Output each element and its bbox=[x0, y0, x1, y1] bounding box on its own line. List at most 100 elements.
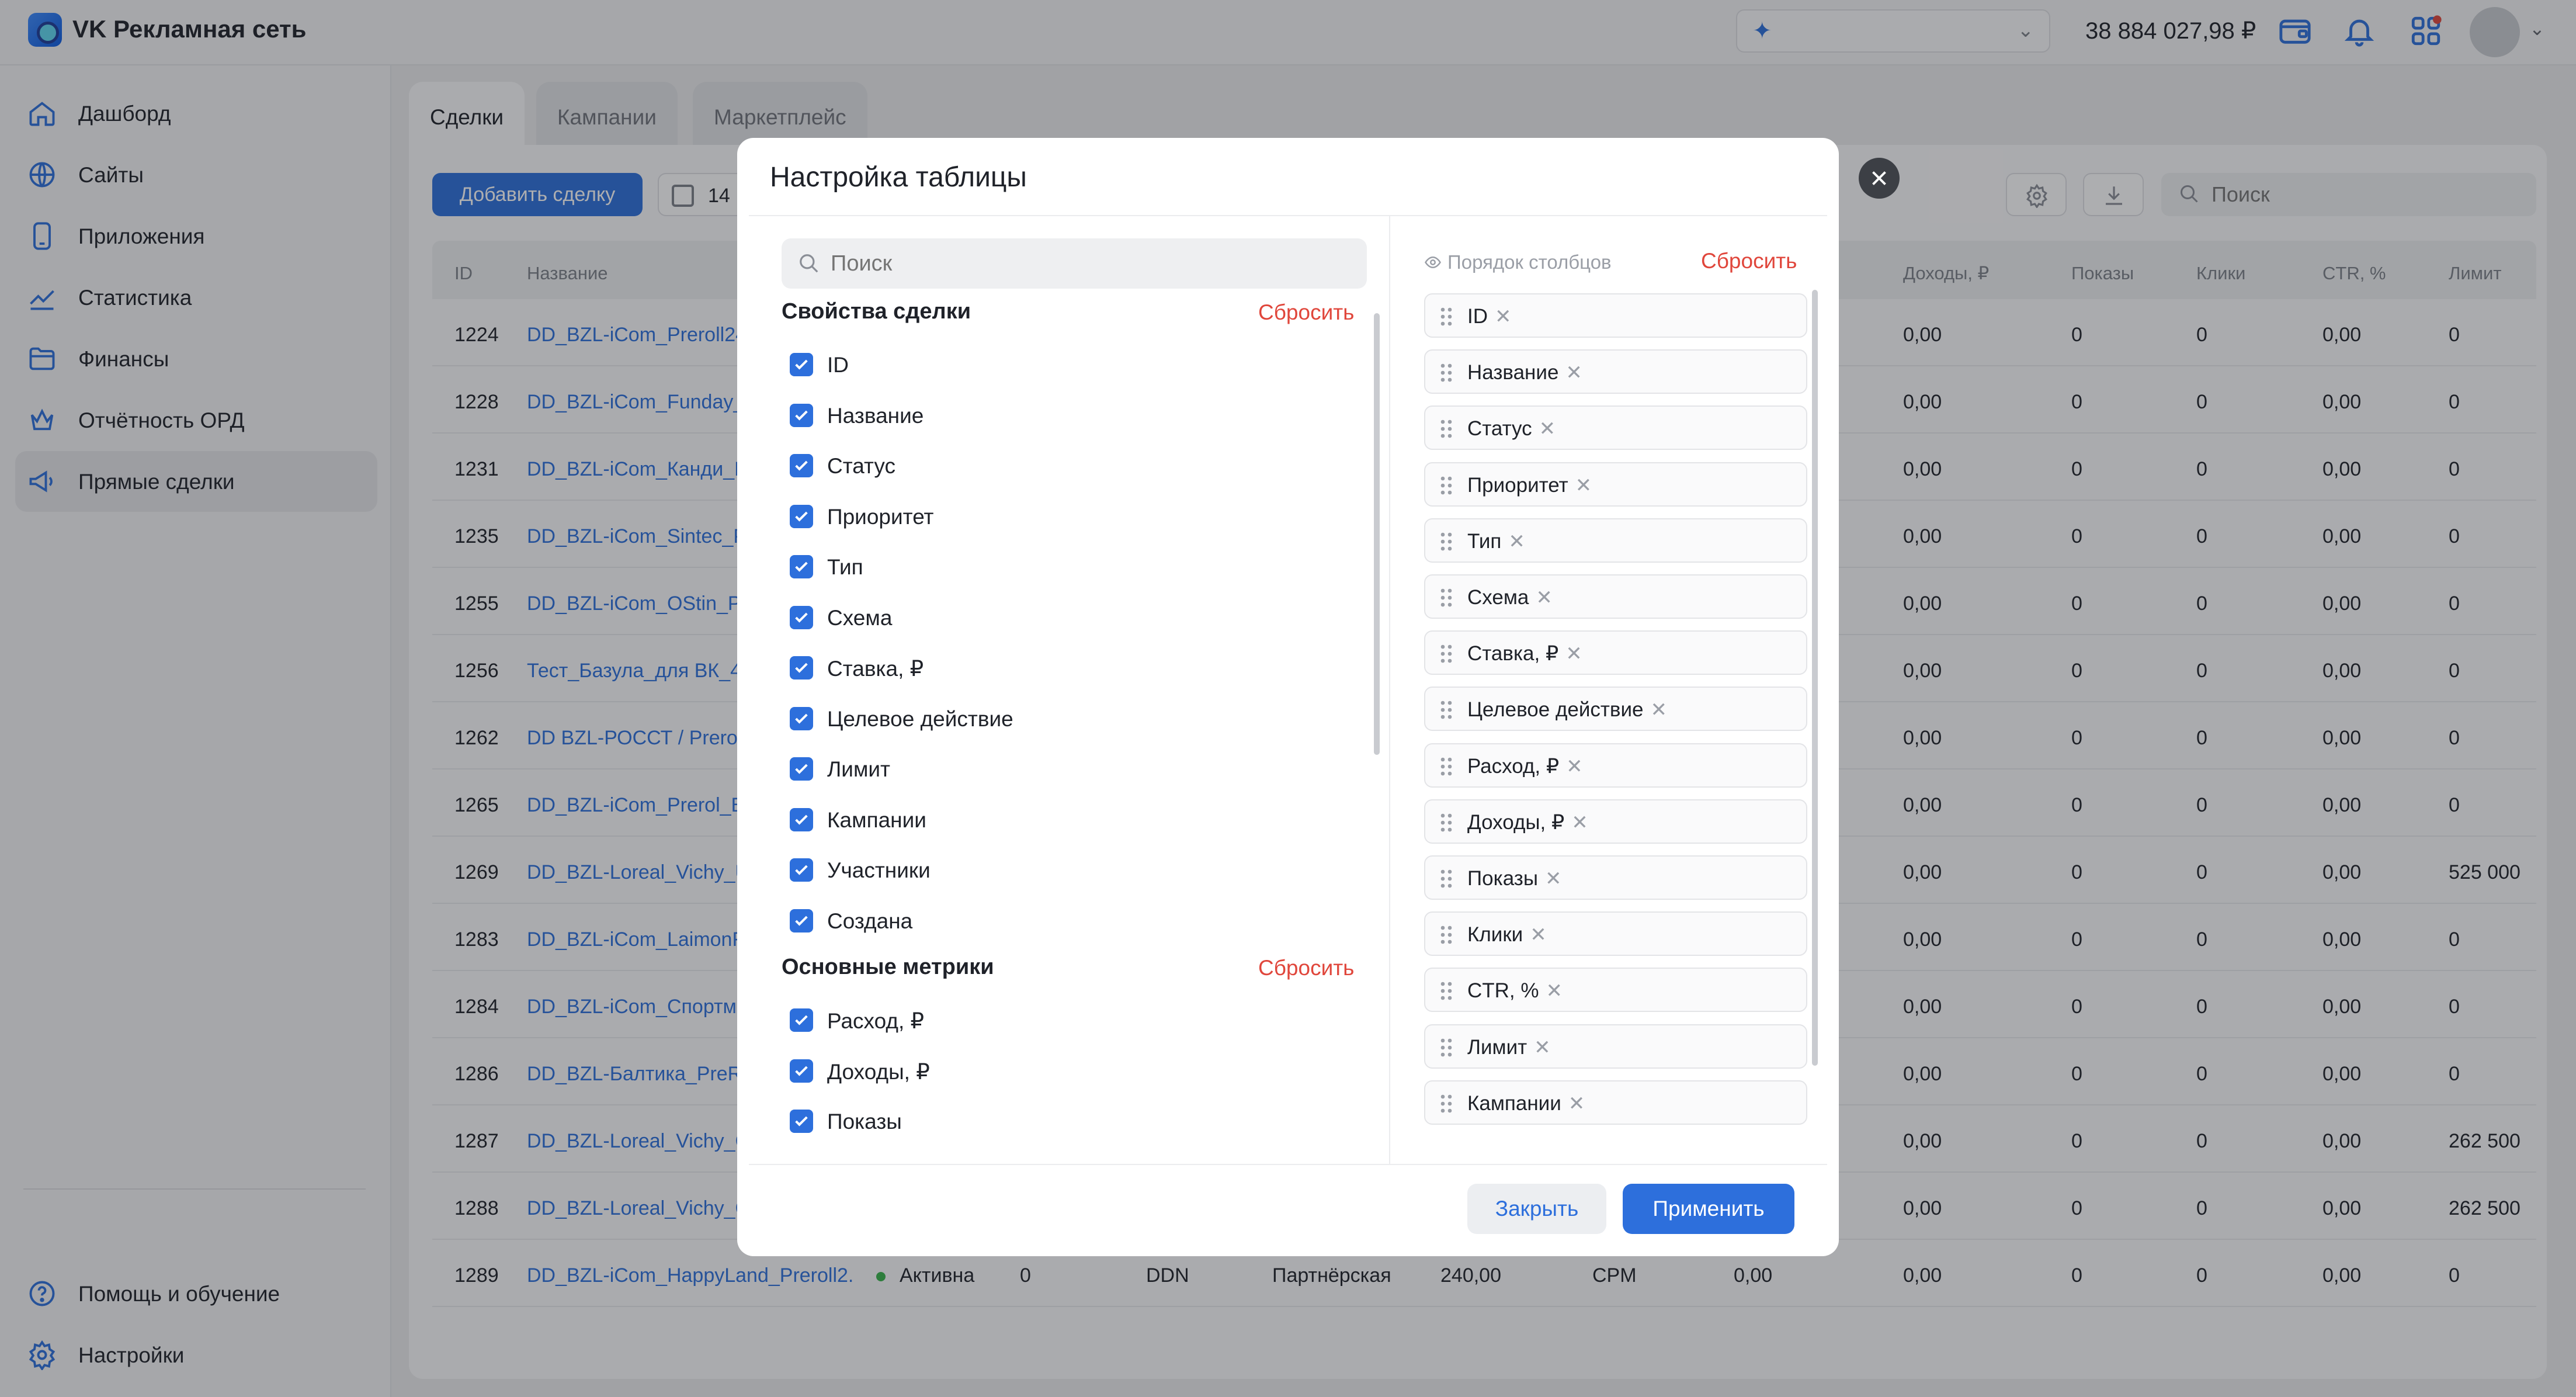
remove-column-icon[interactable]: ✕ bbox=[1568, 1092, 1585, 1115]
checkbox-label: Статус bbox=[827, 454, 895, 478]
checkbox-checked-icon[interactable] bbox=[790, 656, 813, 680]
drag-handle-icon[interactable] bbox=[1439, 980, 1453, 1001]
remove-column-icon[interactable]: ✕ bbox=[1575, 474, 1592, 497]
column-order-text: Схема bbox=[1467, 586, 1529, 609]
column-order-text: Кампании bbox=[1467, 1091, 1561, 1115]
drag-handle-icon[interactable] bbox=[1439, 643, 1453, 664]
column-order-item[interactable]: Приоритет ✕ bbox=[1424, 462, 1807, 507]
column-order-label: CTR, % ✕ bbox=[1467, 979, 1563, 1003]
drag-handle-icon[interactable] bbox=[1439, 531, 1453, 552]
search-icon bbox=[800, 254, 818, 273]
remove-column-icon[interactable]: ✕ bbox=[1530, 923, 1547, 947]
checkbox-checked-icon[interactable] bbox=[790, 504, 813, 528]
column-order-label: Ставка, ₽ ✕ bbox=[1467, 642, 1582, 665]
group-title: Основные метрики bbox=[782, 955, 994, 979]
reset-group-link[interactable]: Сбросить bbox=[1258, 956, 1354, 980]
drag-handle-icon[interactable] bbox=[1439, 756, 1453, 777]
column-order-label: Целевое действие ✕ bbox=[1467, 698, 1667, 722]
checkbox-label: Показы bbox=[827, 1110, 902, 1133]
column-order-item[interactable]: Лимит ✕ bbox=[1424, 1024, 1807, 1069]
checkbox-checked-icon[interactable] bbox=[790, 605, 813, 629]
table-settings-modal: Настройка таблицы Свойства сделки Сбросит… bbox=[737, 138, 1839, 1256]
remove-column-icon[interactable]: ✕ bbox=[1539, 417, 1556, 441]
checkbox-checked-icon[interactable] bbox=[790, 909, 813, 933]
close-button[interactable]: Закрыть bbox=[1467, 1184, 1606, 1234]
checkbox-checked-icon[interactable] bbox=[790, 757, 813, 781]
column-order-item[interactable]: Тип ✕ bbox=[1424, 518, 1807, 563]
remove-column-icon[interactable]: ✕ bbox=[1536, 586, 1553, 609]
columns-checklist: Свойства сделки Сбросить ID Название Статус П… bbox=[737, 296, 1387, 1164]
remove-column-icon[interactable]: ✕ bbox=[1571, 811, 1588, 834]
remove-column-icon[interactable]: ✕ bbox=[1495, 305, 1512, 328]
checkbox-checked-icon[interactable] bbox=[790, 706, 813, 730]
remove-column-icon[interactable]: ✕ bbox=[1534, 1036, 1551, 1059]
drag-handle-icon[interactable] bbox=[1439, 475, 1453, 496]
drag-handle-icon[interactable] bbox=[1439, 924, 1453, 945]
checkbox-checked-icon[interactable] bbox=[790, 555, 813, 578]
column-order-label: Расход, ₽ ✕ bbox=[1467, 755, 1583, 778]
column-order-text: Название bbox=[1467, 361, 1559, 384]
columns-search-input[interactable] bbox=[831, 250, 1345, 277]
checkbox-label: ID bbox=[827, 353, 849, 377]
reset-order-link[interactable]: Сбросить bbox=[1701, 249, 1797, 273]
column-order-label: Статус ✕ bbox=[1467, 417, 1556, 441]
column-order-label: ID ✕ bbox=[1467, 305, 1512, 328]
checkbox-checked-icon[interactable] bbox=[790, 1059, 813, 1083]
checkbox-label: Кампании bbox=[827, 807, 926, 832]
checkbox-label: Ставка, ₽ bbox=[827, 657, 924, 681]
column-order-item[interactable]: Клики ✕ bbox=[1424, 911, 1807, 956]
checkbox-checked-icon[interactable] bbox=[790, 454, 813, 477]
drag-handle-icon[interactable] bbox=[1439, 306, 1453, 327]
column-order-label: Название ✕ bbox=[1467, 361, 1582, 384]
checkbox-label: Создана bbox=[827, 909, 913, 933]
column-order-item[interactable]: Кампании ✕ bbox=[1424, 1080, 1807, 1125]
column-order-item[interactable]: ID ✕ bbox=[1424, 293, 1807, 338]
drag-handle-icon[interactable] bbox=[1439, 1093, 1453, 1114]
column-order-item[interactable]: Целевое действие ✕ bbox=[1424, 687, 1807, 732]
divider bbox=[749, 215, 1827, 216]
reset-group-link[interactable]: Сбросить bbox=[1258, 300, 1354, 325]
remove-column-icon[interactable]: ✕ bbox=[1546, 979, 1563, 1003]
scrollbar[interactable] bbox=[1812, 290, 1818, 1066]
divider bbox=[749, 1164, 1827, 1165]
drag-handle-icon[interactable] bbox=[1439, 868, 1453, 889]
column-order-item[interactable]: Название ✕ bbox=[1424, 349, 1807, 394]
column-order-item[interactable]: Схема ✕ bbox=[1424, 574, 1807, 619]
checkbox-checked-icon[interactable] bbox=[790, 403, 813, 427]
column-order-item[interactable]: Расход, ₽ ✕ bbox=[1424, 743, 1807, 788]
column-order-label: Доходы, ₽ ✕ bbox=[1467, 811, 1588, 834]
column-order-item[interactable]: Ставка, ₽ ✕ bbox=[1424, 630, 1807, 675]
checkbox-checked-icon[interactable] bbox=[790, 1008, 813, 1032]
close-modal-button[interactable] bbox=[1859, 158, 1900, 199]
drag-handle-icon[interactable] bbox=[1439, 812, 1453, 833]
drag-handle-icon[interactable] bbox=[1439, 587, 1453, 608]
column-order-item[interactable]: Доходы, ₽ ✕ bbox=[1424, 799, 1807, 844]
drag-handle-icon[interactable] bbox=[1439, 362, 1453, 383]
drag-handle-icon[interactable] bbox=[1439, 418, 1453, 439]
drag-handle-icon[interactable] bbox=[1439, 699, 1453, 720]
apply-button[interactable]: Применить bbox=[1623, 1184, 1794, 1234]
drag-handle-icon[interactable] bbox=[1439, 1037, 1453, 1058]
remove-column-icon[interactable]: ✕ bbox=[1566, 755, 1583, 778]
remove-column-icon[interactable]: ✕ bbox=[1651, 698, 1668, 722]
checkbox-checked-icon[interactable] bbox=[790, 858, 813, 882]
remove-column-icon[interactable]: ✕ bbox=[1545, 867, 1562, 890]
remove-column-icon[interactable]: ✕ bbox=[1565, 361, 1582, 384]
checkbox-label: Схема bbox=[827, 605, 893, 630]
column-order-text: Тип bbox=[1467, 529, 1502, 553]
scrollbar[interactable] bbox=[1374, 313, 1380, 755]
checkbox-checked-icon[interactable] bbox=[790, 1110, 813, 1133]
modal-title: Настройка таблицы bbox=[770, 162, 1027, 193]
column-order-text: Ставка, ₽ bbox=[1467, 642, 1559, 665]
columns-search[interactable] bbox=[782, 238, 1367, 289]
checkbox-checked-icon[interactable] bbox=[790, 353, 813, 376]
remove-column-icon[interactable]: ✕ bbox=[1508, 530, 1525, 553]
column-order-item[interactable]: Показы ✕ bbox=[1424, 855, 1807, 900]
column-order-item[interactable]: Статус ✕ bbox=[1424, 405, 1807, 450]
remove-column-icon[interactable]: ✕ bbox=[1565, 642, 1582, 665]
checkbox-label: Название bbox=[827, 403, 924, 428]
column-order-item[interactable]: CTR, % ✕ bbox=[1424, 968, 1807, 1013]
column-order-label: Тип ✕ bbox=[1467, 530, 1525, 553]
checkbox-checked-icon[interactable] bbox=[790, 807, 813, 831]
column-order-label: Приоритет ✕ bbox=[1467, 474, 1592, 497]
